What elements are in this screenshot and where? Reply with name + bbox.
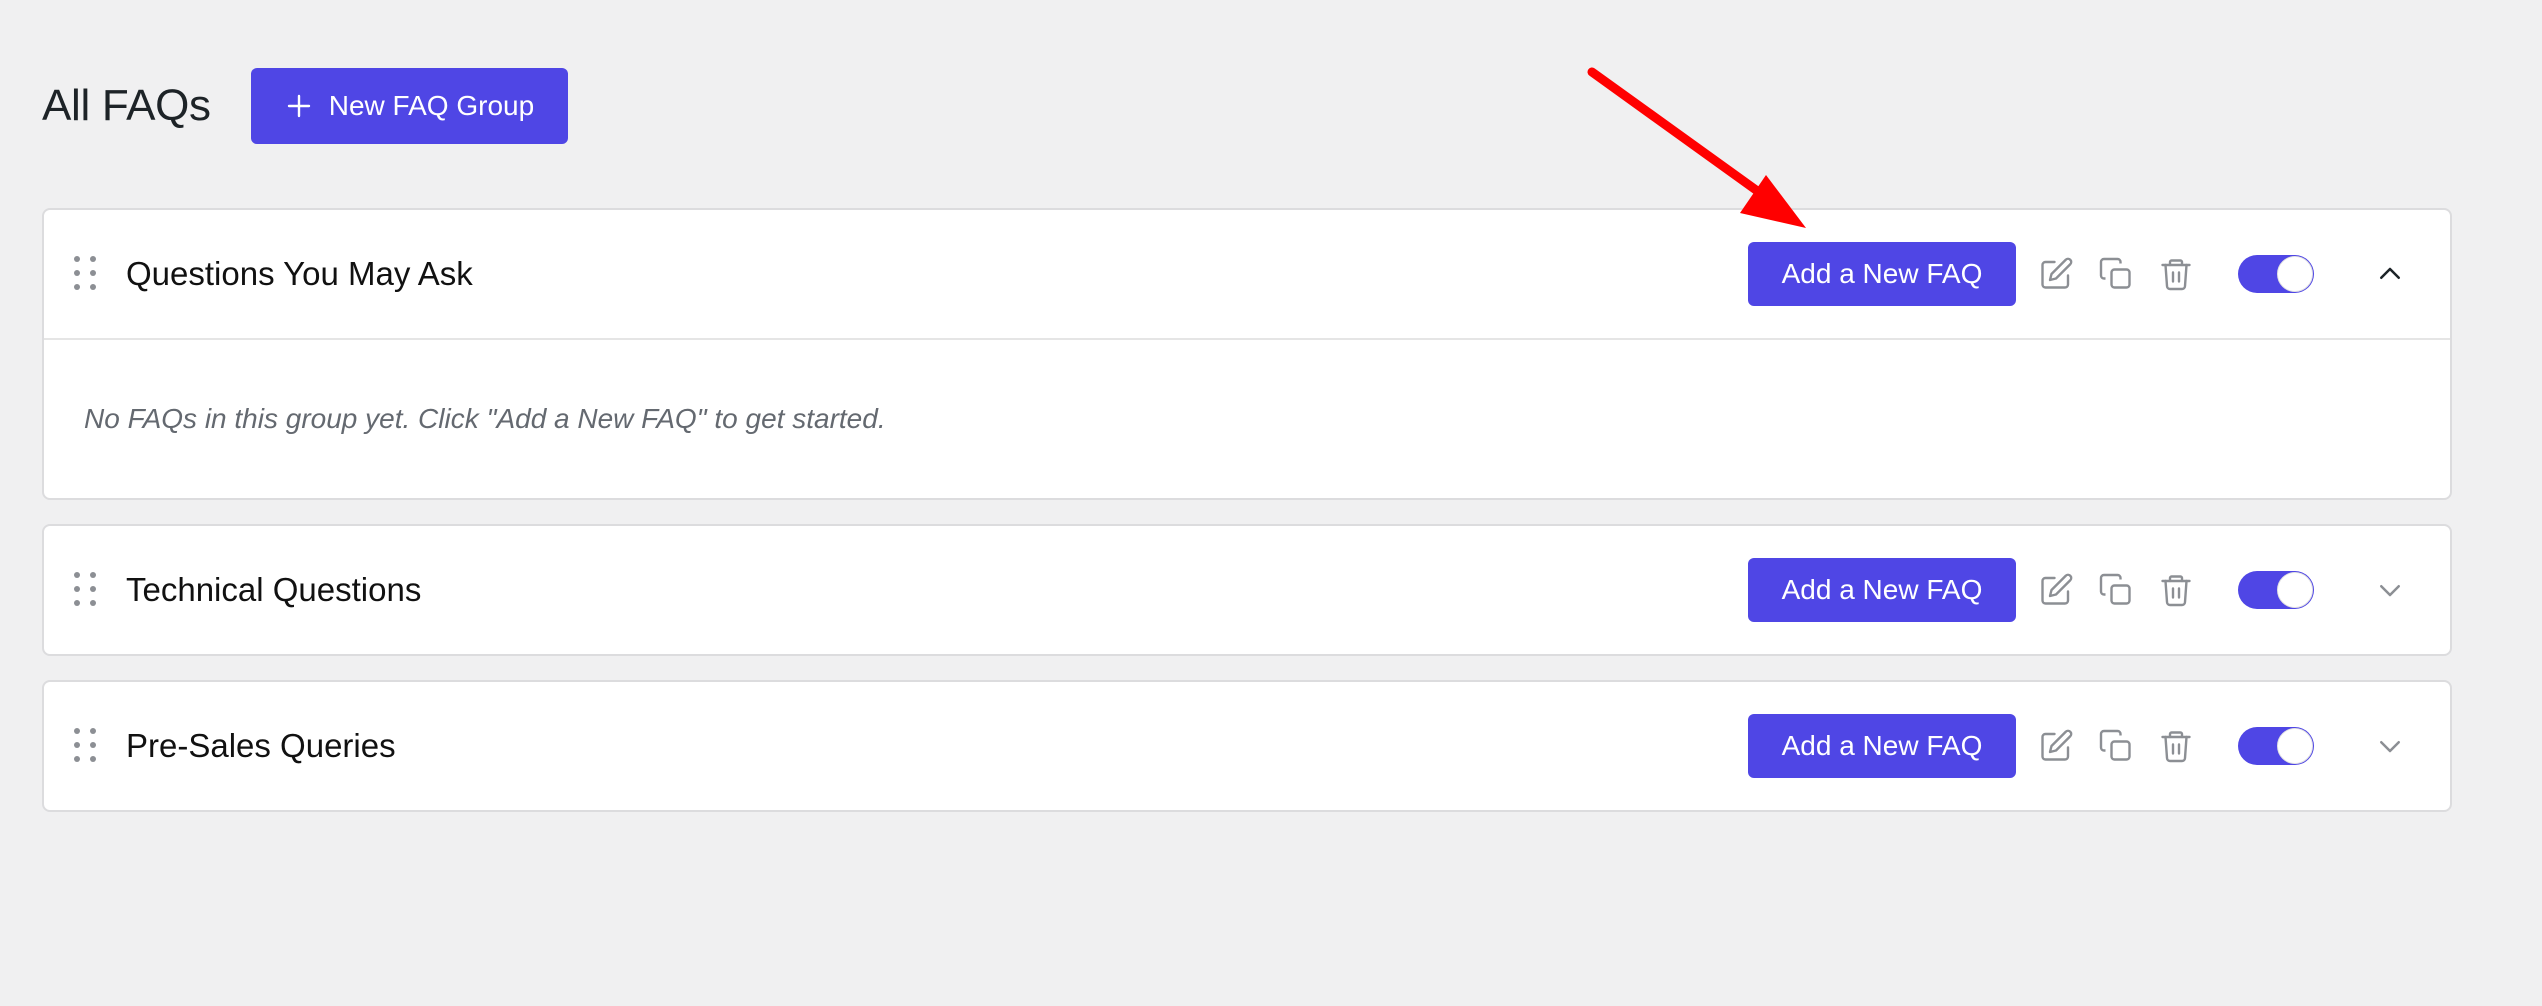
faq-group-actions: Add a New FAQ (1748, 526, 2450, 654)
faq-group-title: Pre-Sales Queries (126, 727, 396, 764)
faq-group: Technical Questions Add a New FAQ (42, 524, 2452, 656)
toggle-knob (2277, 728, 2313, 764)
group-enabled-toggle[interactable] (2238, 571, 2314, 609)
copy-icon[interactable] (2096, 254, 2136, 294)
faq-group-title: Technical Questions (126, 571, 422, 608)
drag-handle-icon[interactable] (74, 728, 98, 764)
edit-icon[interactable] (2036, 726, 2076, 766)
add-new-faq-button[interactable]: Add a New FAQ (1748, 558, 2016, 622)
edit-icon[interactable] (2036, 254, 2076, 294)
toggle-knob (2277, 256, 2313, 292)
trash-icon[interactable] (2156, 254, 2196, 294)
faq-groups-page: All FAQs New FAQ Group Questions You May… (0, 0, 2542, 1006)
copy-icon[interactable] (2096, 726, 2136, 766)
add-new-faq-button[interactable]: Add a New FAQ (1748, 242, 2016, 306)
plus-icon (287, 94, 310, 118)
chevron-up-icon[interactable] (2370, 254, 2410, 294)
chevron-down-icon[interactable] (2370, 570, 2410, 610)
page-title: All FAQs (42, 81, 211, 130)
drag-handle-icon[interactable] (74, 256, 98, 292)
add-new-faq-button[interactable]: Add a New FAQ (1748, 714, 2016, 778)
trash-icon[interactable] (2156, 570, 2196, 610)
faq-group-body: No FAQs in this group yet. Click "Add a … (44, 338, 2450, 498)
faq-group-list: Questions You May Ask Add a New FAQ No F… (42, 208, 2452, 836)
copy-icon[interactable] (2096, 570, 2136, 610)
faq-group-header: Questions You May Ask Add a New FAQ (44, 210, 2450, 338)
new-faq-group-label: New FAQ Group (328, 90, 535, 121)
group-enabled-toggle[interactable] (2238, 255, 2314, 293)
edit-icon[interactable] (2036, 570, 2076, 610)
faq-group: Pre-Sales Queries Add a New FAQ (42, 680, 2452, 812)
faq-group-actions: Add a New FAQ (1748, 682, 2450, 810)
faq-group-header: Technical Questions Add a New FAQ (44, 526, 2450, 654)
group-enabled-toggle[interactable] (2238, 727, 2314, 765)
page-header: All FAQs New FAQ Group (42, 68, 569, 144)
empty-group-message: No FAQs in this group yet. Click "Add a … (84, 403, 886, 434)
faq-group-header: Pre-Sales Queries Add a New FAQ (44, 682, 2450, 810)
new-faq-group-button[interactable]: New FAQ Group (250, 68, 569, 144)
toggle-knob (2277, 572, 2313, 608)
faq-group-actions: Add a New FAQ (1748, 210, 2450, 338)
trash-icon[interactable] (2156, 726, 2196, 766)
drag-handle-icon[interactable] (74, 572, 98, 608)
chevron-down-icon[interactable] (2370, 726, 2410, 766)
faq-group: Questions You May Ask Add a New FAQ No F… (42, 208, 2452, 500)
faq-group-title: Questions You May Ask (126, 255, 473, 292)
